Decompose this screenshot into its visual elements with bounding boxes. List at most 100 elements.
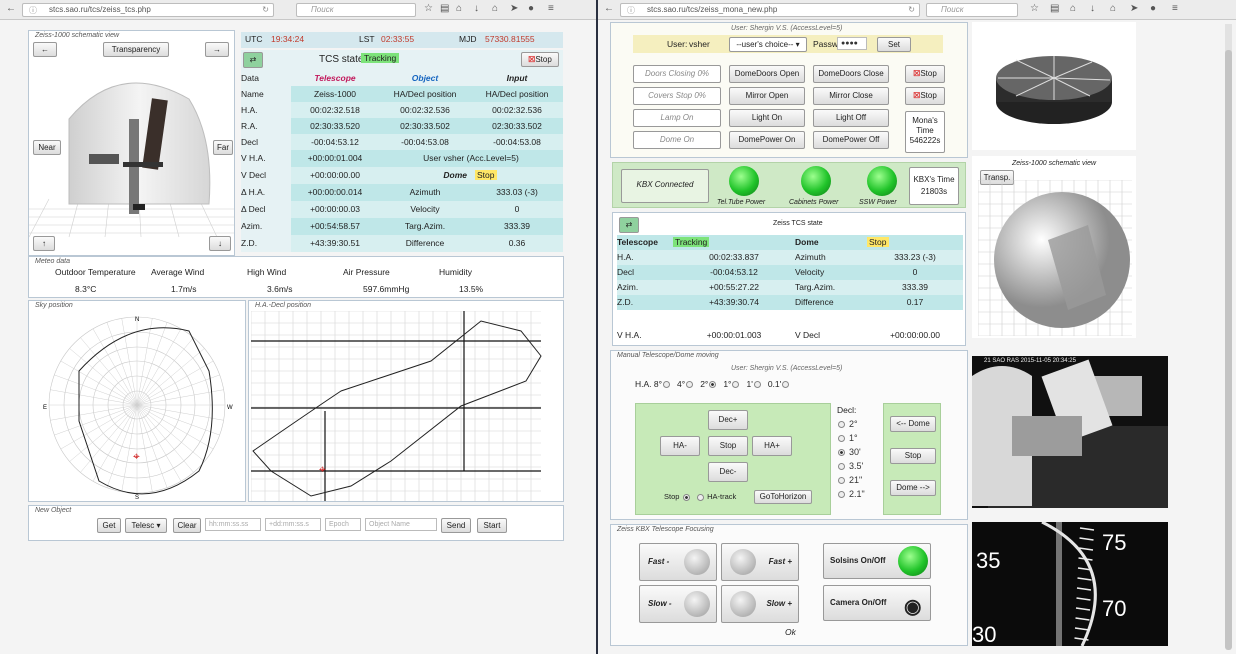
stop-radio-dot[interactable] [682, 493, 690, 501]
get-button[interactable]: Get [97, 518, 121, 533]
right-url-bar[interactable]: ⓘ stcs.sao.ru/tcs/zeiss_mona_new.php ↻ [620, 3, 920, 17]
ha-speed-option[interactable]: 0.1' [768, 379, 790, 389]
dome-command-button[interactable]: DomePower On [729, 131, 805, 149]
star-icon[interactable]: ☆ [1030, 3, 1039, 14]
radio-dot[interactable] [838, 463, 845, 471]
send-button[interactable]: Send [441, 518, 471, 533]
decl-speed-option[interactable]: 30' [837, 447, 861, 457]
home-icon[interactable]: ⌂ [1110, 3, 1116, 14]
user-choice-select[interactable]: --user's choice-- ▾ [729, 37, 807, 52]
radio-dot[interactable] [838, 421, 845, 429]
password-input[interactable]: ●●●● [837, 37, 867, 50]
far-button[interactable]: Far [213, 140, 233, 155]
addon-icon[interactable]: ● [528, 3, 534, 14]
solsins-toggle[interactable]: Solsins On/Off [823, 543, 931, 579]
decl-speed-option[interactable]: 2.1" [837, 489, 865, 499]
dome-command-button[interactable]: Light On [729, 109, 805, 127]
stop-button[interactable]: ☒Stop [521, 52, 559, 67]
home-icon[interactable]: ⌂ [492, 3, 498, 14]
move-stop-button[interactable]: Stop [708, 436, 748, 456]
dome-stop-button[interactable]: Stop [890, 448, 936, 464]
ha-minus-button[interactable]: HA- [660, 436, 700, 456]
radio-dot[interactable] [838, 449, 845, 457]
radio-dot[interactable] [782, 381, 790, 389]
rotate-right-button[interactable]: → [205, 42, 229, 57]
cabinets-power-led[interactable] [801, 166, 831, 196]
menu-icon[interactable]: ≡ [548, 3, 554, 14]
rotate-left-button[interactable]: ← [33, 42, 57, 57]
back-icon[interactable]: ← [604, 3, 614, 14]
radio-dot[interactable] [838, 435, 845, 443]
ssw-power-led[interactable] [867, 166, 897, 196]
radio-dot[interactable] [753, 381, 761, 389]
tcs-refresh-button[interactable]: ⇄ [619, 217, 639, 233]
dec-plus-button[interactable]: Dec+ [708, 410, 748, 430]
download-icon[interactable]: ↓ [474, 3, 479, 14]
star-icon[interactable]: ☆ [424, 3, 433, 14]
ha-track-radio[interactable]: HA-track [696, 492, 736, 501]
radio-dot[interactable] [686, 381, 694, 389]
epoch-input[interactable]: Epoch [325, 518, 361, 531]
dome-command-button[interactable]: Mirror Open [729, 87, 805, 105]
dome-command-button[interactable]: DomeDoors Close [813, 65, 889, 83]
dome-stop-button[interactable]: ☒Stop [905, 65, 945, 83]
ra-input[interactable]: hh:mm:ss.ss [205, 518, 261, 531]
share-icon[interactable]: ➤ [510, 3, 518, 14]
dome-command-button[interactable]: Mirror Close [813, 87, 889, 105]
right-search-field[interactable]: Поиск [926, 3, 1018, 17]
goto-horizon-button[interactable]: GoToHorizon [754, 490, 812, 504]
radio-dot[interactable] [732, 381, 740, 389]
ha-speed-option[interactable]: 1' [746, 379, 761, 389]
download-icon[interactable]: ↓ [1090, 3, 1095, 14]
dome-command-button[interactable]: Light Off [813, 109, 889, 127]
reload-icon[interactable]: ↻ [262, 4, 269, 16]
reading-list-icon[interactable]: ▤ [440, 3, 449, 14]
ha-speed-option[interactable]: 2° [700, 379, 717, 389]
reload-icon[interactable]: ↻ [908, 4, 915, 16]
clear-button[interactable]: Clear [173, 518, 201, 533]
dec-input[interactable]: +dd:mm:ss.s [265, 518, 321, 531]
near-button[interactable]: Near [33, 140, 61, 155]
scrollbar-thumb[interactable] [1225, 50, 1232, 650]
reading-list-icon[interactable]: ▤ [1050, 3, 1059, 14]
dec-minus-button[interactable]: Dec- [708, 462, 748, 482]
menu-icon[interactable]: ≡ [1172, 3, 1178, 14]
set-button[interactable]: Set [877, 37, 911, 52]
camera-toggle[interactable]: Camera On/Off ◉ [823, 585, 931, 621]
rotate-down-button[interactable]: ↓ [209, 236, 231, 251]
dome-command-button[interactable]: DomePower Off [813, 131, 889, 149]
rotate-up-button[interactable]: ↑ [33, 236, 55, 251]
fast-plus-button[interactable]: Fast + [721, 543, 799, 581]
transparency-button[interactable]: Transparency [103, 42, 169, 57]
back-icon[interactable]: ← [6, 3, 16, 14]
dome-stop-button[interactable]: ☒Stop [905, 87, 945, 105]
share-icon[interactable]: ➤ [1130, 3, 1138, 14]
decl-speed-option[interactable]: 2° [837, 419, 858, 429]
radio-dot[interactable] [838, 477, 845, 485]
decl-speed-option[interactable]: 3.5' [837, 461, 863, 471]
ha-speed-option[interactable]: 8° [654, 379, 671, 389]
object-name-input[interactable]: Object Name [365, 518, 437, 531]
ha-speed-option[interactable]: 4° [677, 379, 694, 389]
scrollbar[interactable] [1225, 24, 1232, 650]
decl-speed-option[interactable]: 1° [837, 433, 858, 443]
left-search-field[interactable]: Поиск [296, 3, 416, 17]
slow-minus-button[interactable]: Slow - [639, 585, 717, 623]
ha-speed-option[interactable]: 1° [723, 379, 740, 389]
dome-left-button[interactable]: <-- Dome [890, 416, 936, 432]
pocket-icon[interactable]: ⌂ [1070, 3, 1076, 14]
slow-plus-button[interactable]: Slow + [721, 585, 799, 623]
ha-track-radio-dot[interactable] [697, 493, 704, 501]
refresh-button[interactable]: ⇄ [243, 52, 263, 68]
ha-plus-button[interactable]: HA+ [752, 436, 792, 456]
telesc-select[interactable]: Telesc ▾ [125, 518, 167, 533]
start-button[interactable]: Start [477, 518, 507, 533]
radio-dot[interactable] [838, 491, 845, 499]
pocket-icon[interactable]: ⌂ [456, 3, 462, 14]
left-url-bar[interactable]: ⓘ stcs.sao.ru/tcs/zeiss_tcs.php ↻ [22, 3, 274, 17]
addon-icon[interactable]: ● [1150, 3, 1156, 14]
radio-dot[interactable] [709, 381, 717, 389]
tel-tube-power-led[interactable] [729, 166, 759, 196]
dome-command-button[interactable]: DomeDoors Open [729, 65, 805, 83]
fast-minus-button[interactable]: Fast - [639, 543, 717, 581]
